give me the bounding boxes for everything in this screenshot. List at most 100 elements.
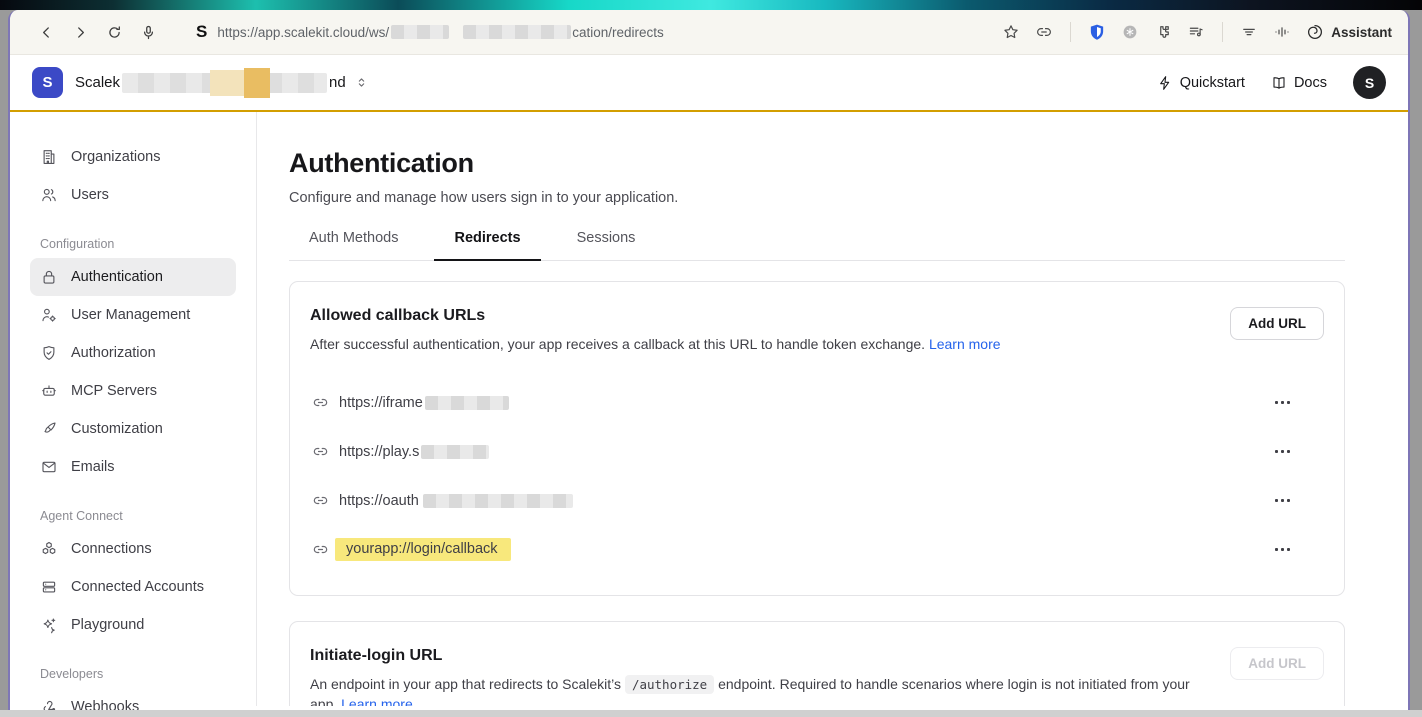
sidebar-item-label: Authorization <box>71 345 156 361</box>
sidebar-item-user-management[interactable]: User Management <box>30 296 236 334</box>
bookmark-button[interactable] <box>998 19 1024 45</box>
workspace-name-suffix: nd <box>329 74 346 91</box>
sidebar-item-label: Connections <box>71 541 152 557</box>
initiate-login-url-card: Initiate-login URL An endpoint in your a… <box>289 621 1345 706</box>
tab-sessions[interactable]: Sessions <box>557 230 656 261</box>
sidebar: Organizations Users Configuration Authen… <box>10 112 257 706</box>
url-redacted-segment <box>421 445 489 459</box>
sidebar-item-emails[interactable]: Emails <box>30 448 236 486</box>
sidebar-item-authentication[interactable]: Authentication <box>30 258 236 296</box>
page-subtitle: Configure and manage how users sign in t… <box>289 190 1408 206</box>
callback-url-text: https://oauth <box>339 493 419 509</box>
callback-url-row: https://oauth <box>310 476 1324 525</box>
callback-url-row: https://play.s <box>310 427 1324 476</box>
sparkles-icon <box>40 616 58 634</box>
highlighted-callback-url-text: yourapp://login/callback <box>335 538 511 561</box>
callback-url-list: https://iframe https://play.s https://oa… <box>310 378 1324 574</box>
add-url-button-disabled: Add URL <box>1230 647 1324 680</box>
stack-icon <box>40 578 58 596</box>
disabled-extension-button[interactable] <box>1117 19 1143 45</box>
link-icon <box>310 393 330 413</box>
sidebar-item-label: Connected Accounts <box>71 579 204 595</box>
assistant-swirl-icon <box>1306 23 1324 41</box>
callback-url-row: yourapp://login/callback <box>310 525 1324 574</box>
shield-check-icon <box>40 344 58 362</box>
sidebar-item-users[interactable]: Users <box>30 176 236 214</box>
desktop-background: S https://app.scalekit.cloud/ws/ cation/… <box>0 0 1422 717</box>
tab-bar: Auth Methods Redirects Sessions <box>289 230 1345 261</box>
workspace-switcher[interactable]: Scalek nd <box>75 73 369 93</box>
sidebar-item-label: Organizations <box>71 149 160 165</box>
lock-icon <box>40 268 58 286</box>
sidebar-section-developers: Developers <box>30 660 236 688</box>
sidebar-item-customization[interactable]: Customization <box>30 410 236 448</box>
learn-more-link[interactable]: Learn more <box>341 696 413 706</box>
reader-mode-button[interactable] <box>1236 19 1262 45</box>
chevron-updown-icon <box>354 75 369 90</box>
workspace-name-prefix: Scalek <box>75 74 120 91</box>
allowed-callback-urls-card: Allowed callback URLs After successful a… <box>289 281 1345 596</box>
url-redacted-segment <box>391 25 449 39</box>
sidebar-item-organizations[interactable]: Organizations <box>30 138 236 176</box>
star-icon <box>1002 23 1020 41</box>
password-manager-extension-button[interactable] <box>1084 19 1110 45</box>
sidebar-item-connected-accounts[interactable]: Connected Accounts <box>30 568 236 606</box>
url-row-menu-button[interactable] <box>1269 444 1296 459</box>
back-button[interactable] <box>32 18 60 46</box>
browser-window: S https://app.scalekit.cloud/ws/ cation/… <box>8 10 1410 710</box>
assistant-button[interactable]: Assistant <box>1306 23 1392 41</box>
shield-extension-icon <box>1088 23 1106 41</box>
tab-auth-methods[interactable]: Auth Methods <box>289 230 418 261</box>
address-bar[interactable]: https://app.scalekit.cloud/ws/ cation/re… <box>217 25 663 40</box>
site-favicon: S <box>196 22 207 42</box>
tab-redirects[interactable]: Redirects <box>434 230 540 261</box>
brush-icon <box>40 420 58 438</box>
sidebar-item-connections[interactable]: Connections <box>30 530 236 568</box>
extensions-button[interactable] <box>1150 19 1176 45</box>
callback-url-text: https://play.s <box>339 444 419 460</box>
quickstart-button[interactable]: Quickstart <box>1157 75 1245 91</box>
forward-icon <box>72 24 89 41</box>
workspace-name-redacted <box>122 73 327 93</box>
add-url-button[interactable]: Add URL <box>1230 307 1324 340</box>
microphone-button[interactable] <box>134 18 162 46</box>
sidebar-item-authorization[interactable]: Authorization <box>30 334 236 372</box>
playlist-icon <box>1187 23 1205 41</box>
sidebar-section-configuration: Configuration <box>30 230 236 258</box>
url-redacted-segment <box>425 396 509 410</box>
url-row-menu-button[interactable] <box>1269 395 1296 410</box>
building-icon <box>40 148 58 166</box>
url-row-menu-button[interactable] <box>1269 542 1296 557</box>
window-bottom-edge <box>0 710 1422 717</box>
media-queue-button[interactable] <box>1183 19 1209 45</box>
sidebar-item-label: Authentication <box>71 269 163 285</box>
link-icon <box>310 540 330 560</box>
sidebar-item-label: Customization <box>71 421 163 437</box>
puzzle-icon <box>1154 23 1172 41</box>
user-avatar[interactable]: S <box>1353 66 1386 99</box>
card-description: An endpoint in your app that redirects t… <box>310 674 1215 706</box>
assistant-label: Assistant <box>1331 25 1392 40</box>
callback-url-text: https://iframe <box>339 395 423 411</box>
sidebar-item-label: Playground <box>71 617 144 633</box>
card-description-text: After successful authentication, your ap… <box>310 336 925 352</box>
docs-label: Docs <box>1294 75 1327 91</box>
robot-icon <box>40 382 58 400</box>
sidebar-item-mcp-servers[interactable]: MCP Servers <box>30 372 236 410</box>
url-row-menu-button[interactable] <box>1269 493 1296 508</box>
learn-more-link[interactable]: Learn more <box>929 336 1001 352</box>
url-prefix: https://app.scalekit.cloud/ws/ <box>217 25 389 40</box>
quickstart-label: Quickstart <box>1180 75 1245 91</box>
link-icon <box>1035 23 1053 41</box>
gray-circle-extension-icon <box>1121 23 1139 41</box>
audio-controls-button[interactable] <box>1269 19 1295 45</box>
docs-button[interactable]: Docs <box>1271 75 1327 91</box>
link-icon <box>310 491 330 511</box>
callback-url-row: https://iframe <box>310 378 1324 427</box>
reload-button[interactable] <box>100 18 128 46</box>
sidebar-item-label: MCP Servers <box>71 383 157 399</box>
sidebar-item-webhooks[interactable]: Webhooks <box>30 688 236 710</box>
sidebar-item-playground[interactable]: Playground <box>30 606 236 644</box>
forward-button[interactable] <box>66 18 94 46</box>
copy-link-button[interactable] <box>1031 19 1057 45</box>
